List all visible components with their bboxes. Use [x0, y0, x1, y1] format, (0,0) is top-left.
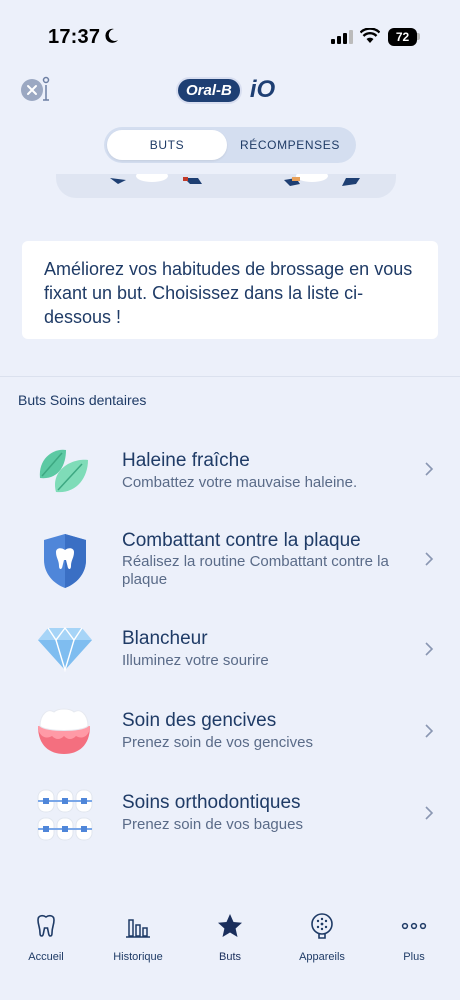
- battery-level: 72: [395, 30, 410, 44]
- tab-goals-nav[interactable]: Buts: [184, 912, 276, 963]
- more-dots-icon: [401, 922, 427, 930]
- goal-subtitle: Combattez votre mauvaise haleine.: [122, 474, 358, 491]
- intro-card: Améliorez vos habitudes de brossage en v…: [22, 241, 438, 339]
- tooth-icon: [37, 914, 55, 937]
- goal-plaque-fighter[interactable]: Combattant contre la plaque Réalisez la …: [0, 516, 460, 608]
- chevron-right-icon: [425, 462, 434, 476]
- chevron-right-icon: [425, 806, 434, 820]
- bar-chart-icon: [126, 919, 150, 938]
- brand-badge: Oral-B: [176, 76, 242, 104]
- goal-gum-care[interactable]: Soin des gencives Prenez soin de vos gen…: [0, 698, 460, 778]
- tab-label: Appareils: [299, 951, 345, 963]
- mint-leaves-icon: [39, 449, 88, 493]
- wifi-icon: [360, 28, 380, 43]
- battery-indicator: 72: [388, 28, 417, 46]
- chevron-right-icon: [425, 642, 434, 656]
- brush-head-icon: [311, 913, 333, 939]
- goal-whitening[interactable]: Blancheur Illuminez votre sourire: [0, 616, 460, 692]
- goal-title: Soins orthodontiques: [122, 792, 301, 813]
- tab-label: Historique: [113, 951, 163, 963]
- brand-logo: Oral-B iO: [176, 76, 275, 104]
- goal-title: Haleine fraîche: [122, 450, 250, 471]
- star-icon: [218, 914, 242, 937]
- goal-subtitle: Illuminez votre sourire: [122, 652, 269, 669]
- tab-rewards[interactable]: RÉCOMPENSES: [227, 130, 353, 160]
- tab-home[interactable]: Accueil: [0, 912, 92, 963]
- goal-subtitle: Réalisez la routine Combattant contre la…: [122, 553, 389, 588]
- tab-label: Accueil: [28, 951, 64, 963]
- status-time: 17:37: [48, 26, 101, 48]
- chevron-right-icon: [425, 552, 434, 566]
- header-illustration: [56, 174, 396, 198]
- gums-icon: [38, 708, 90, 754]
- tab-label: Plus: [403, 951, 425, 963]
- tab-label: Buts: [218, 951, 241, 963]
- illustration-figures: [110, 174, 360, 186]
- close-info-button[interactable]: [18, 74, 54, 106]
- moon-icon: [105, 28, 118, 43]
- goals-rewards-switch: BUTS RÉCOMPENSES: [104, 127, 356, 163]
- goal-subtitle: Prenez soin de vos bagues: [122, 816, 303, 833]
- intro-text: Améliorez vos habitudes de brossage en v…: [44, 259, 413, 327]
- goal-subtitle: Prenez soin de vos gencives: [122, 734, 313, 751]
- section-title: Buts Soins dentaires: [18, 392, 147, 408]
- goal-fresh-breath[interactable]: Haleine fraîche Combattez votre mauvaise…: [0, 428, 460, 508]
- tab-devices[interactable]: Appareils: [276, 912, 368, 963]
- goal-title: Blancheur: [122, 628, 208, 649]
- braces-icon: [37, 789, 93, 841]
- status-bar: 17:37 72: [0, 0, 460, 72]
- goal-title: Soin des gencives: [122, 710, 277, 731]
- tab-history[interactable]: Historique: [92, 912, 184, 963]
- bottom-tab-bar: Accueil Historique Buts Appareils Plus: [0, 896, 460, 1000]
- goal-title: Combattant contre la plaque: [122, 530, 361, 551]
- battery-tip: [417, 33, 420, 40]
- section-divider: [0, 376, 460, 377]
- tooth-shield-icon: [44, 534, 86, 588]
- goal-orthodontic-care[interactable]: Soins orthodontiques Prenez soin de vos …: [0, 780, 460, 860]
- tab-more[interactable]: Plus: [368, 912, 460, 963]
- tab-goals[interactable]: BUTS: [107, 130, 227, 160]
- cellular-signal-icon: [331, 30, 353, 44]
- brand-product: iO: [249, 76, 276, 103]
- chevron-right-icon: [425, 724, 434, 738]
- diamond-icon: [38, 626, 92, 672]
